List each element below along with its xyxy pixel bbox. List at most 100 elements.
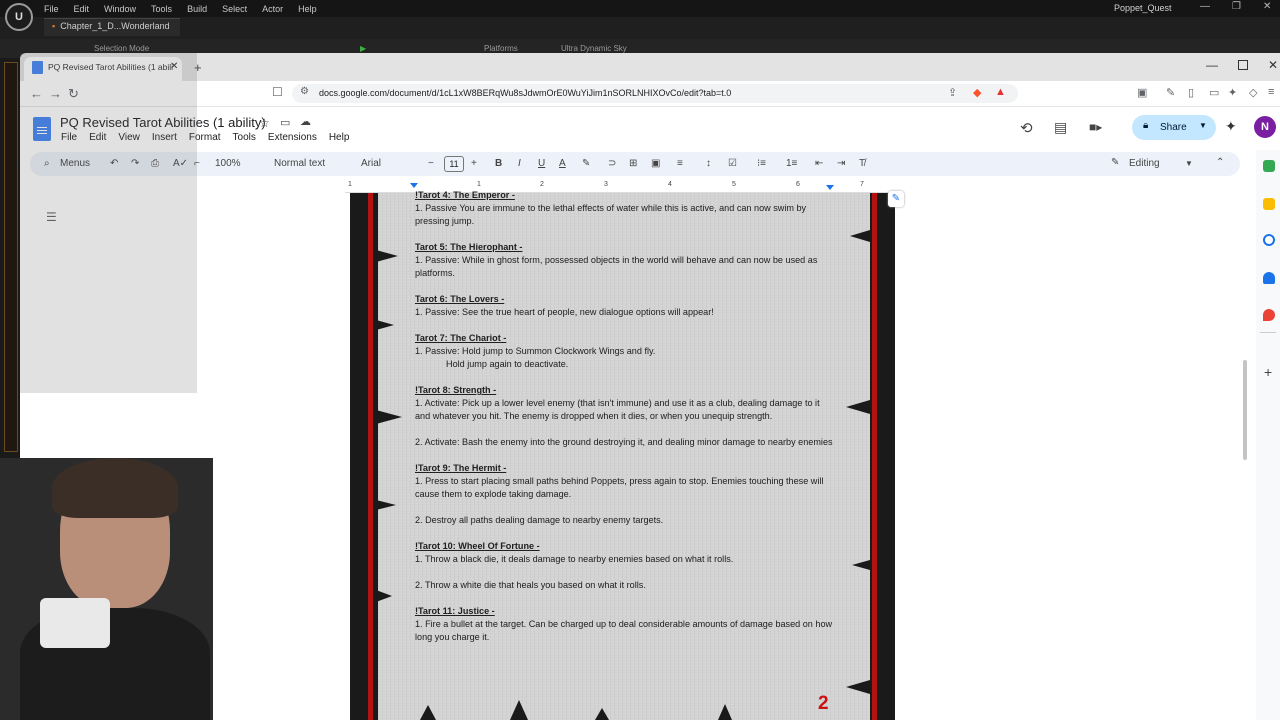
bookmark-icon[interactable]: ☐ bbox=[272, 85, 283, 99]
tarot-line: 1. Passive You are immune to the lethal … bbox=[415, 203, 807, 226]
star-icon[interactable]: ☆ bbox=[259, 116, 270, 130]
warning-icon[interactable]: ▲ bbox=[995, 86, 1006, 98]
document-outline-icon[interactable]: ☰ bbox=[46, 210, 57, 224]
contacts-icon[interactable] bbox=[1263, 272, 1275, 284]
sheets-icon[interactable] bbox=[1263, 160, 1275, 172]
unreal-menu-actor[interactable]: Actor bbox=[262, 4, 292, 14]
ruler-mark: 7 bbox=[860, 181, 864, 188]
close-icon[interactable]: ✕ bbox=[1263, 1, 1271, 12]
leo-icon[interactable]: ✦ bbox=[1228, 86, 1237, 99]
version-history-icon[interactable]: ⟲ bbox=[1020, 119, 1033, 137]
tarot-heading: Tarot 6: The Lovers - bbox=[415, 294, 505, 304]
window-minimize-icon[interactable]: — bbox=[1206, 58, 1218, 72]
menu-extensions[interactable]: Extensions bbox=[268, 132, 317, 143]
line-spacing-icon[interactable]: ↕ bbox=[706, 158, 711, 169]
ruler-mark: 2 bbox=[540, 181, 544, 188]
scrollbar[interactable] bbox=[1243, 360, 1247, 460]
tarot-line: 1. Passive: While in ghost form, possess… bbox=[415, 255, 818, 278]
align-icon[interactable]: ≡ bbox=[677, 158, 683, 169]
style-select[interactable]: Normal text bbox=[274, 158, 325, 169]
unreal-menu-select[interactable]: Select bbox=[222, 4, 256, 14]
window-maximize-icon[interactable] bbox=[1238, 60, 1248, 70]
clear-formatting-icon[interactable]: T̸ bbox=[859, 158, 865, 169]
link-icon[interactable]: ⊃ bbox=[608, 158, 616, 169]
unreal-menu-tools[interactable]: Tools bbox=[151, 4, 181, 14]
left-indent-marker[interactable] bbox=[410, 183, 418, 188]
share-dropdown-icon[interactable]: ▼ bbox=[1199, 121, 1207, 130]
window-close-icon[interactable]: ✕ bbox=[1268, 58, 1278, 72]
unreal-menu-file[interactable]: File bbox=[44, 4, 68, 14]
unreal-menu-window[interactable]: Window bbox=[104, 4, 145, 14]
extensions-icon[interactable]: ✎ bbox=[1166, 86, 1175, 99]
decrease-indent-icon[interactable]: ⇤ bbox=[815, 158, 823, 169]
collapse-toolbar-icon[interactable]: ⌃ bbox=[1216, 157, 1224, 168]
numbered-list-icon[interactable]: 1≡ bbox=[786, 158, 797, 169]
underline-icon[interactable]: U bbox=[538, 158, 545, 169]
thorn-decoration bbox=[510, 700, 528, 720]
bold-icon[interactable]: B bbox=[495, 158, 502, 169]
unreal-menu-build[interactable]: Build bbox=[187, 4, 216, 14]
tarot-heading: !Tarot 9: The Hermit - bbox=[415, 463, 507, 473]
move-folder-icon[interactable]: ▭ bbox=[280, 116, 290, 129]
insert-image-icon[interactable]: ▣ bbox=[651, 158, 660, 169]
unreal-level-tab[interactable]: ▪ Chapter_1_D...Wonderland bbox=[44, 18, 180, 36]
sidebar-icon[interactable]: ▯ bbox=[1188, 86, 1194, 99]
highlight-icon[interactable]: ✎ bbox=[582, 158, 590, 169]
decrease-font-icon[interactable]: − bbox=[428, 158, 434, 169]
document-content[interactable]: !Tarot 4: The Emperor - 1. Passive You a… bbox=[415, 189, 835, 657]
browser-menu-icon[interactable]: ≡ bbox=[1268, 86, 1274, 98]
text-color-icon[interactable]: A bbox=[559, 158, 566, 169]
get-addons-icon[interactable]: + bbox=[1264, 364, 1272, 380]
editing-mode-select[interactable]: Editing bbox=[1129, 158, 1160, 169]
thorn-decoration bbox=[852, 560, 870, 570]
menu-help[interactable]: Help bbox=[329, 132, 350, 143]
tarot-entry: Tarot 5: The Hierophant - 1. Passive: Wh… bbox=[415, 241, 835, 280]
avatar[interactable]: N bbox=[1254, 116, 1276, 138]
selection-mode-button[interactable]: Selection Mode bbox=[94, 44, 149, 53]
tarot-line: 1. Fire a bullet at the target. Can be c… bbox=[415, 619, 833, 642]
checklist-icon[interactable]: ☑ bbox=[728, 158, 737, 169]
tarot-heading: Tarot 5: The Hierophant - bbox=[415, 242, 523, 252]
unreal-menu-edit[interactable]: Edit bbox=[74, 4, 99, 14]
play-icon[interactable]: ▶ bbox=[360, 44, 366, 53]
increase-indent-icon[interactable]: ⇥ bbox=[837, 158, 845, 169]
tarot-entry: !Tarot 11: Justice - 1. Fire a bullet at… bbox=[415, 605, 835, 644]
lock-icon: 🔒︎ bbox=[1143, 120, 1149, 131]
cloud-status-icon[interactable]: ☁ bbox=[300, 115, 311, 128]
tasks-icon[interactable] bbox=[1263, 234, 1275, 246]
ruler-mark: 3 bbox=[604, 181, 608, 188]
insert-comment-icon[interactable]: ⊞ bbox=[629, 158, 637, 169]
comments-icon[interactable]: ▤ bbox=[1054, 119, 1067, 136]
extension-icon[interactable]: ▣ bbox=[1137, 86, 1147, 99]
vpn-icon[interactable]: ◇ bbox=[1249, 86, 1257, 99]
bulleted-list-icon[interactable]: ⁝≡ bbox=[757, 158, 766, 169]
font-select[interactable]: Arial bbox=[361, 158, 381, 169]
minimize-icon[interactable]: — bbox=[1200, 1, 1210, 12]
ultra-dynamic-sky-button[interactable]: Ultra Dynamic Sky bbox=[561, 44, 627, 53]
unreal-menu-help[interactable]: Help bbox=[298, 4, 326, 14]
meet-icon[interactable]: ■▸ bbox=[1089, 120, 1102, 134]
thorn-decoration bbox=[376, 410, 402, 424]
site-info-icon[interactable]: ⚙ bbox=[300, 86, 309, 97]
tarot-line: 1. Press to start placing small paths be… bbox=[415, 476, 824, 499]
gemini-icon[interactable]: ✦ bbox=[1225, 118, 1237, 135]
brave-shield-icon[interactable]: ◆ bbox=[973, 86, 981, 99]
tarot-line: 2. Activate: Bash the enemy into the gro… bbox=[415, 437, 833, 447]
keep-icon[interactable] bbox=[1263, 198, 1275, 210]
zoom-select[interactable]: 100% bbox=[215, 158, 241, 169]
menu-tools[interactable]: Tools bbox=[233, 132, 256, 143]
mode-dropdown-icon[interactable]: ▼ bbox=[1185, 159, 1193, 168]
url-text[interactable]: docs.google.com/document/d/1cL1xW8BERqWu… bbox=[319, 88, 731, 98]
add-comment-floating-icon[interactable]: ✎ bbox=[888, 191, 904, 207]
restore-icon[interactable]: ❐ bbox=[1232, 1, 1241, 12]
thorn-decoration bbox=[376, 590, 392, 602]
increase-font-icon[interactable]: + bbox=[471, 158, 477, 169]
maps-icon[interactable] bbox=[1263, 309, 1275, 321]
platforms-button[interactable]: Platforms bbox=[484, 44, 518, 53]
wallet-icon[interactable]: ▭ bbox=[1209, 86, 1219, 99]
share-page-icon[interactable]: ⇪ bbox=[948, 86, 957, 99]
italic-icon[interactable]: I bbox=[518, 158, 521, 169]
font-size-input[interactable]: 11 bbox=[444, 156, 464, 172]
tarot-entry: !Tarot 4: The Emperor - 1. Passive You a… bbox=[415, 189, 835, 228]
tarot-line: 1. Passive: Hold jump to Summon Clockwor… bbox=[415, 346, 656, 356]
